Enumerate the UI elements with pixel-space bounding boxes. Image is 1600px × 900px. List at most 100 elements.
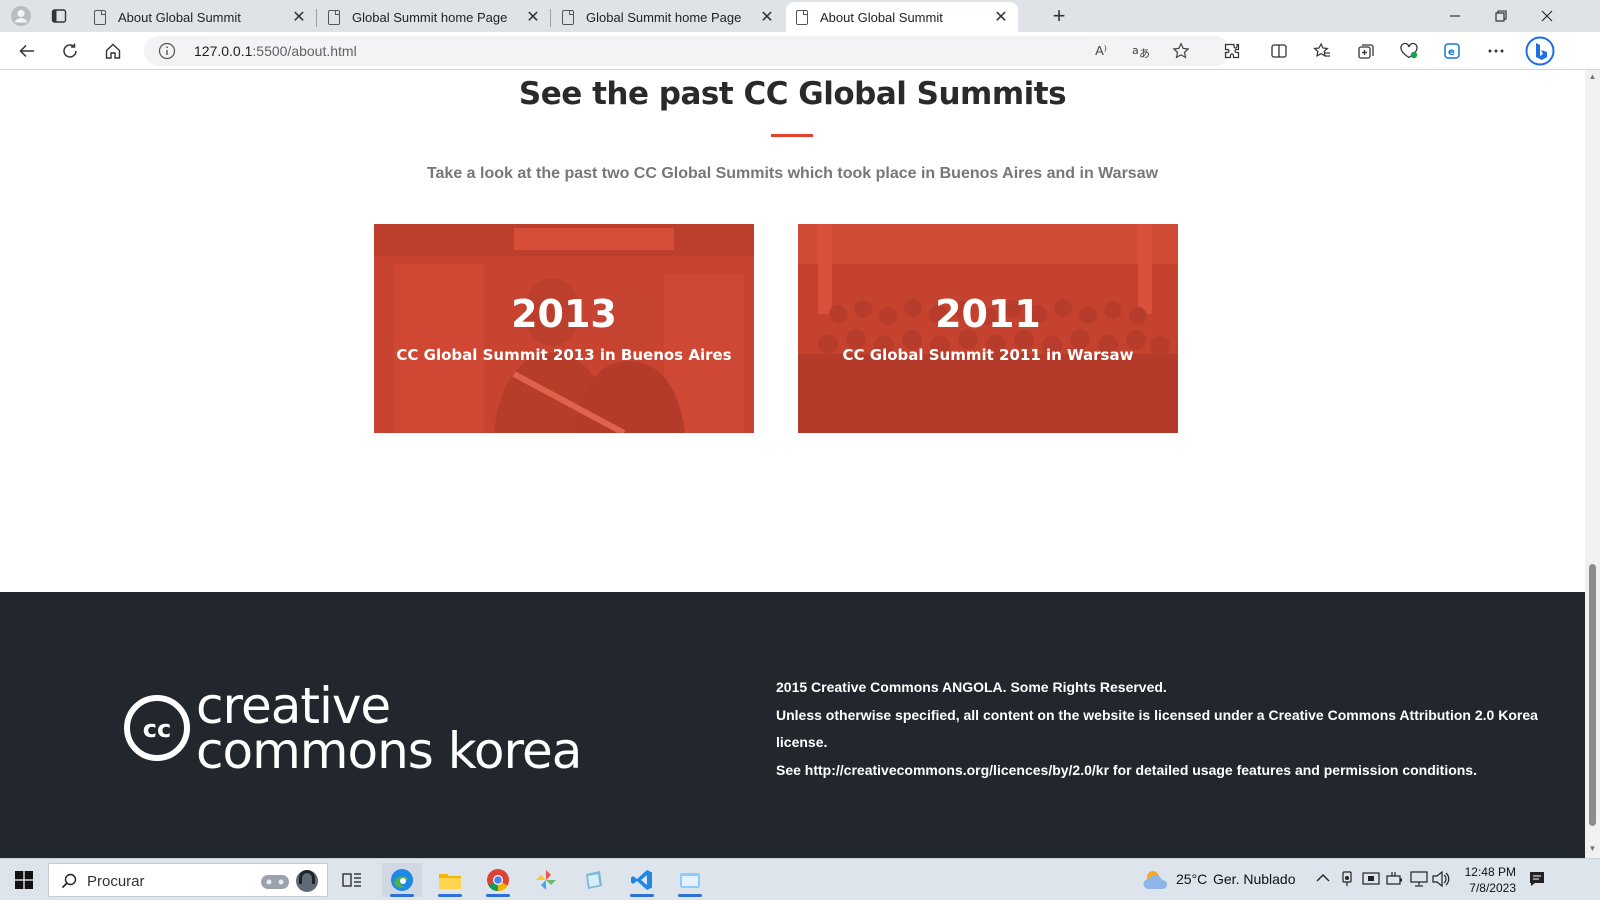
- creative-commons-korea-logo[interactable]: cc creative commons korea: [124, 678, 604, 778]
- summit-card-2013[interactable]: 2013 CC Global Summit 2013 in Buenos Air…: [374, 224, 754, 433]
- home-button[interactable]: [97, 37, 129, 65]
- app-window-icon: [680, 873, 700, 888]
- tab-2[interactable]: Global Summit home Page ✕: [318, 2, 551, 32]
- meet-now-icon[interactable]: [1340, 871, 1354, 887]
- taskbar-clock[interactable]: 12:48 PM 7/8/2023: [1450, 864, 1516, 896]
- svg-text:a: a: [1132, 44, 1139, 57]
- pinwheel-app-icon: [536, 870, 556, 890]
- footer-line-see-url: See http://creativecommons.org/licences/…: [776, 761, 1477, 778]
- more-menu-icon[interactable]: [1480, 37, 1512, 65]
- taskbar-edge[interactable]: [382, 863, 422, 897]
- browser-essentials-icon[interactable]: [1393, 37, 1425, 65]
- chevron-up-icon[interactable]: [1316, 873, 1330, 883]
- logo-cc-mark: cc: [143, 715, 171, 743]
- tab-title: Global Summit home Page: [586, 9, 742, 25]
- close-tab-icon[interactable]: ✕: [992, 8, 1010, 26]
- title-accent-rule: [771, 134, 813, 137]
- minimize-button[interactable]: [1432, 0, 1478, 32]
- url-text[interactable]: 127.0.0.1:5500/about.html: [194, 43, 357, 59]
- site-footer: cc creative commons korea 2015 Creative …: [0, 592, 1585, 858]
- page-icon: [562, 9, 574, 25]
- close-window-button[interactable]: [1524, 0, 1570, 32]
- search-icon: [61, 873, 77, 889]
- summit-card-2011[interactable]: 2011 CC Global Summit 2011 in Warsaw: [798, 224, 1178, 433]
- edge-browser-icon: [391, 869, 413, 891]
- taskbar-vscode[interactable]: [622, 863, 662, 897]
- display-icon[interactable]: [1362, 871, 1380, 887]
- back-arrow-icon: [19, 44, 34, 58]
- new-tab-button[interactable]: +: [1044, 3, 1074, 29]
- tab-actions-button[interactable]: [44, 3, 74, 29]
- home-icon: [105, 43, 121, 59]
- battery-plug-icon[interactable]: [1386, 871, 1404, 887]
- scroll-up-arrow-icon[interactable]: ▲: [1588, 72, 1597, 81]
- footer-line-rights: 2015 Creative Commons ANGOLA. Some Right…: [776, 679, 1167, 695]
- profile-icon: [11, 6, 31, 26]
- tab-title: Global Summit home Page: [352, 9, 508, 25]
- extensions-icon[interactable]: [1216, 37, 1248, 65]
- restore-button[interactable]: [1478, 0, 1524, 32]
- tab-title: About Global Summit: [118, 9, 241, 25]
- page-icon: [328, 9, 340, 25]
- taskbar-chrome[interactable]: [478, 863, 518, 897]
- svg-text:あ: あ: [1139, 47, 1150, 59]
- page-viewport: See the past CC Global Summits Take a lo…: [0, 70, 1585, 858]
- weather-temperature[interactable]: 25°C: [1176, 871, 1207, 887]
- bing-copilot-icon[interactable]: [1524, 36, 1556, 66]
- taskbar-app-pinwheel[interactable]: [526, 863, 566, 897]
- search-placeholder: Procurar: [87, 873, 145, 890]
- task-view-icon: [342, 873, 361, 887]
- page-scrollbar[interactable]: ▲ ▼: [1585, 70, 1600, 858]
- tab-4-active[interactable]: About Global Summit ✕: [786, 2, 1018, 32]
- edge-sidebar-icon[interactable]: e: [1436, 37, 1468, 65]
- favorite-star-icon[interactable]: [1168, 40, 1194, 62]
- notification-icon[interactable]: [1528, 870, 1546, 888]
- translate-icon[interactable]: aあ: [1128, 40, 1154, 62]
- close-tab-icon[interactable]: ✕: [758, 8, 776, 26]
- tab-actions-icon: [51, 9, 67, 23]
- svg-text:e: e: [1448, 47, 1455, 58]
- close-icon: [1541, 10, 1553, 22]
- start-button[interactable]: [4, 863, 44, 897]
- refresh-button[interactable]: [54, 37, 86, 65]
- logo-word-commons-korea: commons korea: [196, 722, 581, 778]
- clock-date: 7/8/2023: [1469, 881, 1516, 895]
- footer-copyright: 2015 Creative Commons ANGOLA. Some Right…: [776, 674, 1585, 784]
- tab-strip: About Global Summit ✕ Global Summit home…: [0, 0, 1600, 32]
- card-caption: CC Global Summit 2013 in Buenos Aires: [396, 346, 732, 364]
- scroll-down-arrow-icon[interactable]: ▼: [1588, 844, 1597, 853]
- weather-cloud-icon[interactable]: [1142, 869, 1170, 891]
- windows-logo-icon: [15, 871, 33, 889]
- footer-line-license: Unless otherwise specified, all content …: [776, 706, 1538, 751]
- scrollbar-thumb[interactable]: [1589, 564, 1596, 826]
- taskbar-app-notebook[interactable]: [574, 863, 614, 897]
- page-icon: [94, 9, 106, 25]
- favorites-icon[interactable]: [1306, 37, 1338, 65]
- chrome-icon: [487, 869, 509, 891]
- profile-button[interactable]: [6, 3, 36, 29]
- page-icon: [796, 9, 808, 25]
- weather-description[interactable]: Ger. Nublado: [1213, 871, 1296, 887]
- network-icon[interactable]: [1410, 871, 1428, 887]
- address-toolbar: 127.0.0.1:5500/about.html A⁾ aあ e: [0, 32, 1600, 70]
- card-caption: CC Global Summit 2011 in Warsaw: [842, 346, 1134, 364]
- card-year: 2011: [935, 292, 1041, 336]
- tab-3[interactable]: Global Summit home Page ✕: [552, 2, 784, 32]
- taskbar-app-window[interactable]: [670, 863, 710, 897]
- taskbar-search[interactable]: Procurar: [48, 863, 328, 897]
- address-bar[interactable]: 127.0.0.1:5500/about.html A⁾ aあ: [144, 36, 1230, 66]
- close-tab-icon[interactable]: ✕: [524, 8, 542, 26]
- section-title: See the past CC Global Summits: [518, 76, 1067, 112]
- taskbar-file-explorer[interactable]: [430, 863, 470, 897]
- minimize-icon: [1450, 15, 1460, 17]
- close-tab-icon[interactable]: ✕: [290, 8, 308, 26]
- task-view-button[interactable]: [332, 863, 372, 897]
- info-icon[interactable]: [158, 42, 176, 60]
- volume-icon[interactable]: [1432, 871, 1450, 887]
- read-aloud-icon[interactable]: A⁾: [1088, 40, 1114, 62]
- card-year: 2013: [511, 292, 617, 336]
- tab-1[interactable]: About Global Summit ✕: [84, 2, 317, 32]
- back-button[interactable]: [11, 37, 43, 65]
- collections-icon[interactable]: [1350, 37, 1382, 65]
- split-screen-icon[interactable]: [1263, 37, 1295, 65]
